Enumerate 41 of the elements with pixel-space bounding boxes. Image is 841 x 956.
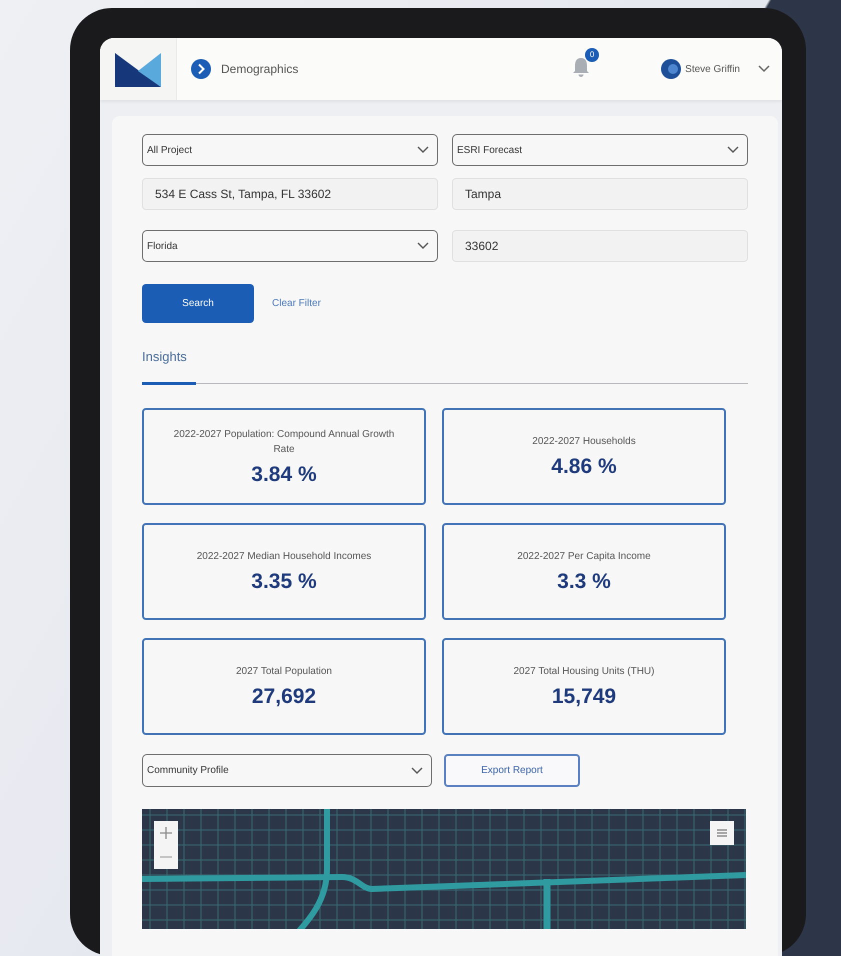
bell-icon[interactable] [571, 56, 592, 78]
chevron-circle-icon[interactable] [191, 59, 211, 79]
metric-label: 2022-2027 Per Capita Income [517, 550, 651, 564]
metric-value: 3.84 % [251, 462, 317, 486]
select-field[interactable]: ESRI Forecast [452, 134, 748, 166]
select-value: Florida [147, 240, 178, 252]
input-field[interactable]: Tampa [452, 178, 748, 210]
select-field[interactable]: All Project [142, 134, 438, 166]
metric-label: 2022-2027 Population: Compound Annual Growth Rate [172, 428, 396, 456]
metric-value: 15,749 [552, 685, 616, 709]
export-report-button[interactable]: Export Report [444, 754, 580, 787]
caret-icon[interactable] [411, 766, 423, 774]
user-name[interactable]: Steve Griffin [685, 64, 740, 74]
caret-icon[interactable] [417, 242, 429, 250]
input-field[interactable]: 33602 [452, 230, 748, 262]
page-title: Demographics [221, 62, 298, 76]
notification-badge: 0 [585, 48, 600, 62]
tab[interactable]: Insights [142, 349, 196, 385]
select-field[interactable]: Florida [142, 230, 438, 262]
metric-label: 2022-2027 Households [532, 435, 636, 449]
metric-label: 2022-2027 Median Household Incomes [196, 550, 372, 564]
logo-icon [115, 51, 161, 87]
metric-value: 27,692 [252, 685, 316, 709]
menu-icon[interactable] [710, 821, 734, 845]
input-field[interactable]: 534 E Cass St, Tampa, FL 33602 [142, 178, 438, 210]
report-select[interactable]: Community Profile [142, 754, 432, 787]
caret-icon[interactable] [417, 146, 429, 154]
caret-icon[interactable] [727, 146, 739, 154]
metric-value: 3.3 % [557, 570, 611, 594]
avatar-icon[interactable] [661, 59, 682, 79]
metric-label: 2027 Total Housing Units (THU) [514, 665, 654, 679]
clear-filter-link[interactable]: Clear Filter [272, 298, 321, 309]
search-button[interactable]: Search [142, 284, 254, 323]
select-value: ESRI Forecast [457, 144, 522, 156]
map-drawing[interactable] [142, 809, 746, 929]
metric-value: 4.86 % [551, 455, 617, 479]
metric-label: 2027 Total Population [236, 665, 332, 679]
caret-icon[interactable] [758, 65, 770, 73]
select-value: Community Profile [147, 765, 229, 776]
select-value: All Project [147, 144, 192, 156]
metric-value: 3.35 % [251, 570, 317, 594]
